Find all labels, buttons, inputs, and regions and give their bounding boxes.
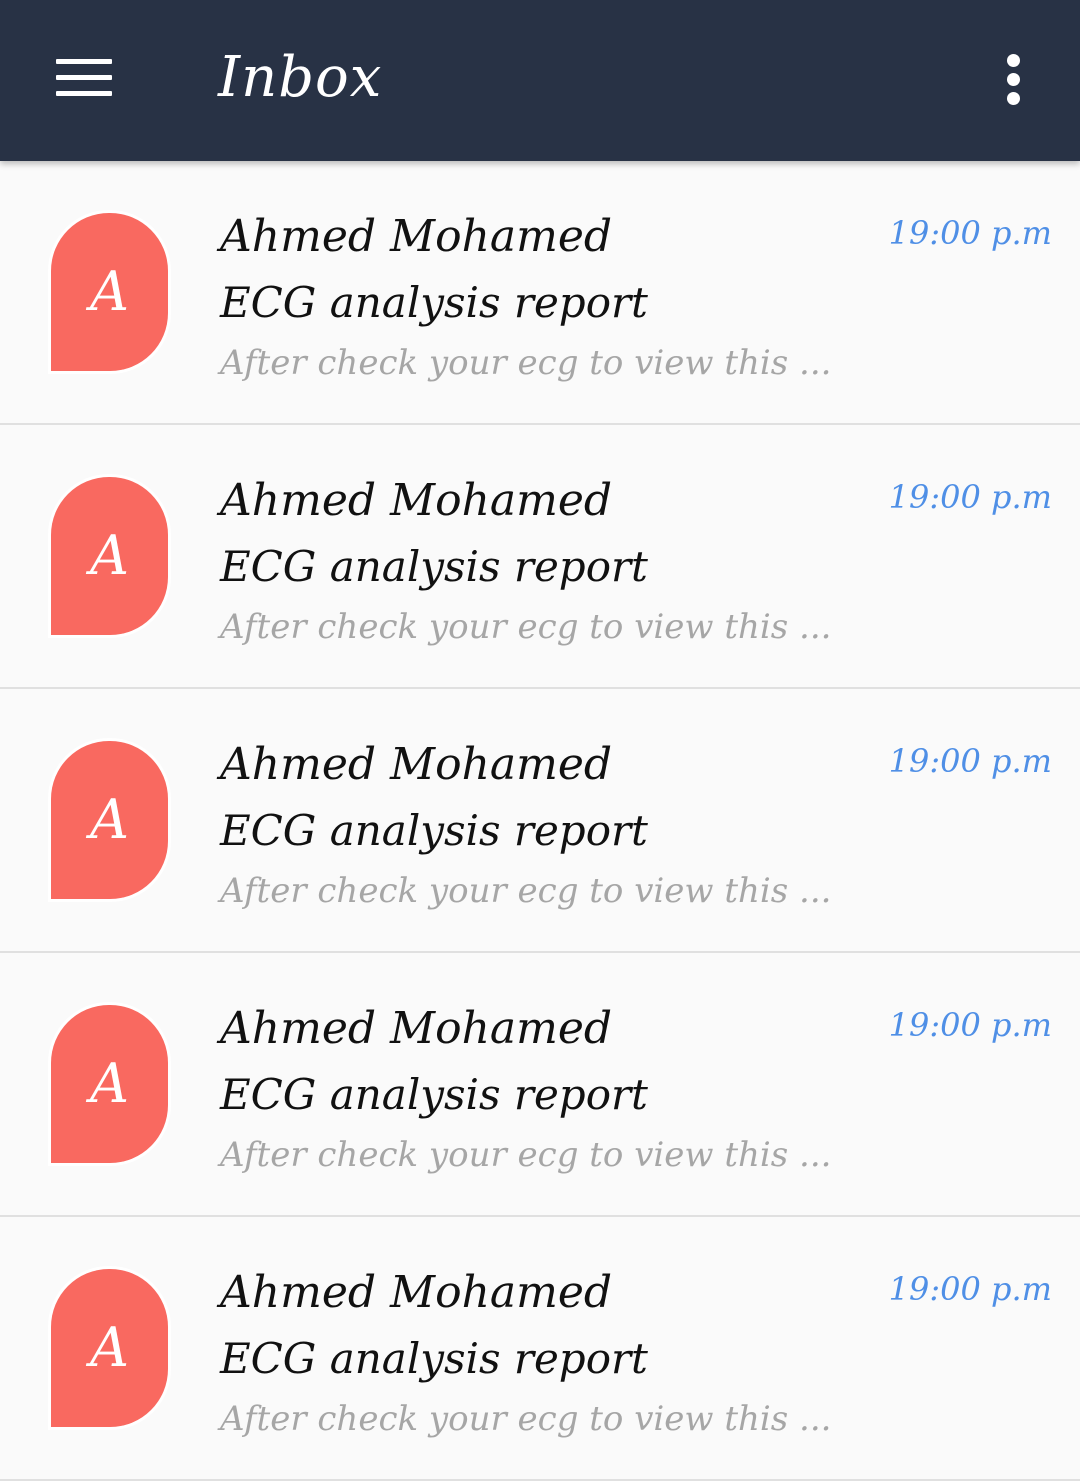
message-time: 19:00 p.m (888, 214, 1052, 252)
message-sender: Ahmed Mohamed (220, 1267, 613, 1318)
message-list: A Ahmed Mohamed ECG analysis report Afte… (0, 161, 1080, 1481)
message-preview: After check your ecg to view this ... (220, 871, 832, 911)
message-time: 19:00 p.m (888, 478, 1052, 516)
avatar: A (51, 213, 168, 371)
message-subject: ECG analysis report (220, 278, 648, 327)
menu-bar-middle (56, 75, 112, 80)
message-sender: Ahmed Mohamed (220, 739, 613, 790)
message-sender: Ahmed Mohamed (220, 475, 613, 526)
message-list-item[interactable]: A Ahmed Mohamed ECG analysis report Afte… (0, 425, 1080, 689)
message-time: 19:00 p.m (888, 1270, 1052, 1308)
message-preview: After check your ecg to view this ... (220, 343, 832, 383)
message-list-item[interactable]: A Ahmed Mohamed ECG analysis report Afte… (0, 689, 1080, 953)
menu-bar-top (56, 59, 112, 64)
message-time: 19:00 p.m (888, 742, 1052, 780)
hamburger-menu-icon[interactable] (40, 40, 128, 116)
message-subject: ECG analysis report (220, 1334, 648, 1383)
overflow-dot-3 (1007, 92, 1020, 105)
more-vertical-icon[interactable] (986, 40, 1042, 120)
overflow-dot-2 (1007, 73, 1020, 86)
message-preview: After check your ecg to view this ... (220, 1399, 832, 1439)
message-subject: ECG analysis report (220, 1070, 648, 1119)
avatar: A (51, 477, 168, 635)
message-preview: After check your ecg to view this ... (220, 1135, 832, 1175)
menu-bar-bottom (56, 91, 112, 96)
message-subject: ECG analysis report (220, 806, 648, 855)
message-list-item[interactable]: A Ahmed Mohamed ECG analysis report Afte… (0, 161, 1080, 425)
message-list-item[interactable]: A Ahmed Mohamed ECG analysis report Afte… (0, 1217, 1080, 1481)
avatar: A (51, 1005, 168, 1163)
page-title: Inbox (218, 45, 383, 110)
message-subject: ECG analysis report (220, 542, 648, 591)
message-sender: Ahmed Mohamed (220, 1003, 613, 1054)
avatar-letter: A (90, 524, 129, 587)
avatar-letter: A (90, 1316, 129, 1379)
avatar-letter: A (90, 788, 129, 851)
app-bar: Inbox (0, 0, 1080, 161)
avatar: A (51, 1269, 168, 1427)
avatar-letter: A (90, 1052, 129, 1115)
message-time: 19:00 p.m (888, 1006, 1052, 1044)
message-sender: Ahmed Mohamed (220, 211, 613, 262)
message-list-item[interactable]: A Ahmed Mohamed ECG analysis report Afte… (0, 953, 1080, 1217)
avatar: A (51, 741, 168, 899)
message-preview: After check your ecg to view this ... (220, 607, 832, 647)
avatar-letter: A (90, 260, 129, 323)
overflow-dot-1 (1007, 54, 1020, 67)
